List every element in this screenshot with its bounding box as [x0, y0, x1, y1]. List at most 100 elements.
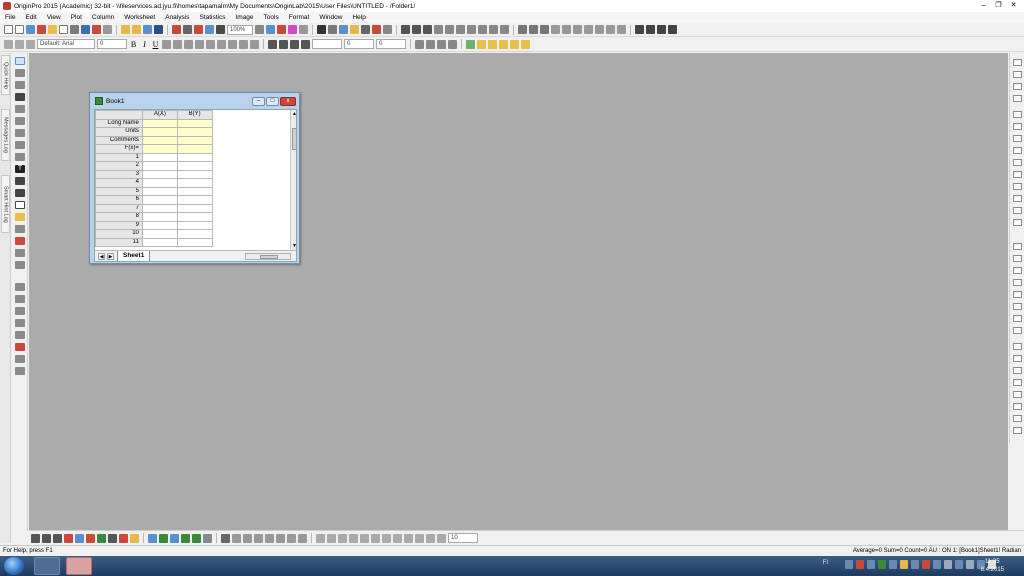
- pointer-tool-icon[interactable]: [15, 57, 25, 65]
- mask-icon[interactable]: [371, 533, 380, 543]
- data-cell[interactable]: [141, 229, 178, 239]
- rt-tool-icon[interactable]: [1013, 95, 1022, 102]
- copy-format-icon[interactable]: [15, 355, 25, 363]
- mask-icon[interactable]: [437, 533, 446, 543]
- s-icon[interactable]: [617, 25, 626, 34]
- region-of-interest-icon[interactable]: [15, 153, 25, 161]
- data-cell[interactable]: [141, 152, 178, 162]
- rt-tool-icon[interactable]: [1013, 303, 1022, 310]
- data-reader-icon[interactable]: [15, 117, 25, 125]
- new-excel-icon[interactable]: [92, 25, 101, 34]
- move-right-icon[interactable]: [646, 25, 655, 34]
- zoom-out-tool-icon[interactable]: [15, 81, 25, 89]
- open-icon[interactable]: [121, 25, 130, 34]
- vertical-scrollbar[interactable]: ▲ ▼: [290, 110, 296, 250]
- data-cell[interactable]: [141, 169, 178, 179]
- contour-icon[interactable]: [181, 533, 190, 543]
- underline-icon[interactable]: U: [151, 40, 160, 49]
- menu-help[interactable]: Help: [347, 12, 370, 23]
- dock-tab-messages-log[interactable]: Messages Log: [1, 109, 10, 161]
- data-cell[interactable]: [141, 195, 178, 205]
- image-plot-icon[interactable]: [192, 533, 201, 543]
- row-header[interactable]: 7: [95, 203, 143, 213]
- line-style-combo[interactable]: [312, 39, 342, 49]
- menu-worksheet[interactable]: Worksheet: [119, 12, 160, 23]
- loop-icon[interactable]: [499, 39, 508, 49]
- label-cell[interactable]: [176, 135, 213, 145]
- menu-file[interactable]: File: [0, 12, 20, 23]
- fill-color-icon[interactable]: [268, 39, 277, 49]
- taskbar-origin-icon[interactable]: [66, 557, 92, 575]
- font-name-combo[interactable]: Default: Arial: [37, 39, 95, 49]
- move-left-icon[interactable]: [635, 25, 644, 34]
- center-align-icon[interactable]: [239, 39, 248, 49]
- new-workbook-icon[interactable]: [26, 25, 35, 34]
- 3d-bar-icon[interactable]: [159, 533, 168, 543]
- corner-cell[interactable]: [95, 110, 143, 120]
- pan-tool-icon[interactable]: [15, 213, 25, 221]
- stop-icon[interactable]: [510, 39, 519, 49]
- mask-icon[interactable]: [338, 533, 347, 543]
- pattern-icon[interactable]: [279, 39, 288, 49]
- add-layer-icon[interactable]: [232, 533, 241, 543]
- row-header[interactable]: 3: [95, 169, 143, 179]
- tray-icon[interactable]: [955, 560, 963, 569]
- text-tool-icon[interactable]: T: [15, 165, 25, 173]
- filter-icon[interactable]: [500, 25, 509, 34]
- bar-plot-icon[interactable]: [75, 533, 84, 543]
- line-width-combo[interactable]: 0: [344, 39, 374, 49]
- arrow-tool-icon[interactable]: [15, 177, 25, 185]
- data-cell[interactable]: [141, 178, 178, 188]
- tray-icon[interactable]: [867, 560, 875, 569]
- mask-icon[interactable]: [382, 533, 391, 543]
- decrease-font-icon[interactable]: [217, 39, 226, 49]
- tray-icon[interactable]: [845, 560, 853, 569]
- row-header[interactable]: 2: [95, 161, 143, 171]
- data-cell[interactable]: [176, 178, 213, 188]
- rt-tool-icon[interactable]: [1013, 255, 1022, 262]
- set-as-z-icon[interactable]: [423, 25, 432, 34]
- data-cell[interactable]: [176, 220, 213, 230]
- duplicate-icon[interactable]: [277, 25, 286, 34]
- label-icon[interactable]: [562, 25, 571, 34]
- polar-plot-icon[interactable]: [108, 533, 117, 543]
- zoom-combo[interactable]: 100%: [227, 24, 253, 35]
- paste-format-icon[interactable]: [15, 367, 25, 375]
- set-y-icon[interactable]: [529, 25, 538, 34]
- label-row-comments[interactable]: Comments: [95, 135, 143, 145]
- refresh-window-icon[interactable]: [266, 25, 275, 34]
- ungroup-icon[interactable]: [595, 25, 604, 34]
- rt-tool-icon[interactable]: [1013, 183, 1022, 190]
- group-tool-icon[interactable]: [15, 319, 25, 327]
- menu-statistics[interactable]: Statistics: [194, 12, 230, 23]
- row-header[interactable]: 6: [95, 195, 143, 205]
- merge-graph-icon[interactable]: [254, 533, 263, 543]
- rt-tool-icon[interactable]: [1013, 403, 1022, 410]
- mask-icon[interactable]: [349, 533, 358, 543]
- area-plot-icon[interactable]: [86, 533, 95, 543]
- dock-tab-quick-help[interactable]: Quick Help: [1, 55, 10, 95]
- print-icon[interactable]: [205, 25, 214, 34]
- new-graph-icon[interactable]: [37, 25, 46, 34]
- set-as-yerror-icon[interactable]: [434, 25, 443, 34]
- set-column-values-icon[interactable]: [383, 25, 392, 34]
- new-project-icon[interactable]: [4, 25, 13, 34]
- statistics-plot-icon[interactable]: [119, 533, 128, 543]
- scroll-down-icon[interactable]: ▼: [292, 243, 296, 249]
- import-multiple-icon[interactable]: [194, 25, 203, 34]
- bold-icon[interactable]: B: [129, 40, 138, 49]
- mask-icon[interactable]: [393, 533, 402, 543]
- app-minimize-button[interactable]: –: [979, 1, 988, 11]
- row-header[interactable]: 10: [95, 229, 143, 239]
- column-header-a[interactable]: A(X): [141, 110, 178, 120]
- move-last-icon[interactable]: [668, 25, 677, 34]
- add-new-columns-icon[interactable]: [372, 25, 381, 34]
- rt-tool-icon[interactable]: [1013, 123, 1022, 130]
- label-cell[interactable]: [176, 118, 213, 128]
- save-icon[interactable]: [143, 25, 152, 34]
- object-size-combo[interactable]: 10: [448, 533, 478, 543]
- data-cell[interactable]: [141, 203, 178, 213]
- menu-window[interactable]: Window: [314, 12, 347, 23]
- mask-icon[interactable]: [404, 533, 413, 543]
- dock-tab-smart-hint-log[interactable]: Smart Hint Log: [1, 175, 10, 233]
